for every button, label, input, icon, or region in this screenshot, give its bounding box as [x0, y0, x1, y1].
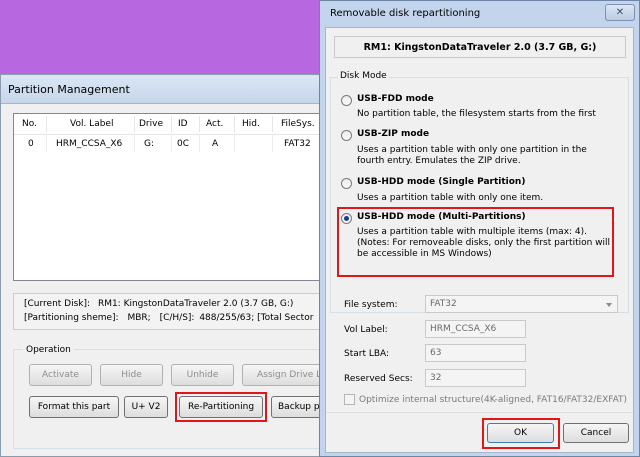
file-system-label: File system:	[344, 300, 398, 310]
hide-button[interactable]: Hide	[100, 364, 163, 386]
column-header-hid[interactable]: Hid.	[242, 119, 260, 129]
usb-hdd-single-desc: Uses a partition table with only one ite…	[357, 193, 544, 203]
partition-window-titlebar[interactable]: Partition Management	[1, 75, 329, 104]
disk-info-panel: [Current Disk]: RM1: KingstonDataTravele…	[13, 293, 331, 330]
column-header-no[interactable]: No.	[22, 119, 37, 129]
format-partition-button[interactable]: Format this part	[29, 396, 119, 418]
column-header-id[interactable]: ID	[178, 119, 188, 129]
usb-fdd-title[interactable]: USB-FDD mode	[357, 94, 434, 104]
reserved-secs-input[interactable]: 32	[425, 369, 526, 387]
column-header-act[interactable]: Act.	[206, 119, 223, 129]
column-header-drive[interactable]: Drive	[139, 119, 163, 129]
start-lba-label: Start LBA:	[344, 349, 390, 359]
ok-highlight	[482, 418, 560, 449]
assign-drive-letter-button[interactable]: Assign Drive Le	[242, 364, 331, 386]
vol-label-input[interactable]: HRM_CCSA_X6	[425, 320, 526, 338]
partition-management-window: Partition Management No. Vol. Label Driv…	[0, 74, 331, 457]
u-v2-button[interactable]: U+ V2	[124, 396, 168, 418]
cell-no: 0	[28, 139, 34, 149]
chevron-down-icon	[606, 303, 612, 307]
chs-value: 488/255/63; [Total Sector	[199, 313, 314, 323]
footer-divider	[326, 412, 633, 413]
column-header-label[interactable]: Vol. Label	[70, 119, 113, 129]
file-system-value: FAT32	[430, 299, 457, 309]
current-disk-label: [Current Disk]:	[24, 299, 91, 309]
partition-window-title: Partition Management	[8, 83, 130, 96]
dialog-body: RM1: KingstonDataTraveler 2.0 (3.7 GB, G…	[325, 27, 634, 453]
optimize-label: Optimize internal structure(4K-aligned, …	[359, 395, 628, 405]
cell-act: A	[212, 139, 219, 149]
multi-partition-highlight	[337, 207, 614, 277]
cancel-button[interactable]: Cancel	[563, 423, 629, 443]
cell-filesys: FAT32	[284, 139, 311, 149]
disk-name: RM1: KingstonDataTraveler 2.0 (3.7 GB, G…	[334, 36, 626, 58]
column-header-filesys[interactable]: FileSys.	[281, 119, 315, 129]
usb-zip-desc-2: fourth entry. Emulates the ZIP drive.	[357, 156, 521, 166]
dialog-title: Removable disk repartitioning	[330, 8, 481, 19]
optimize-checkbox[interactable]	[344, 394, 355, 405]
vol-label-label: Vol Label:	[344, 325, 388, 335]
usb-zip-radio[interactable]	[341, 130, 352, 141]
activate-button[interactable]: Activate	[29, 364, 92, 386]
usb-fdd-desc: No partition table, the filesystem start…	[357, 109, 596, 119]
reserved-secs-label: Reserved Secs:	[344, 374, 413, 384]
unhide-button[interactable]: Unhide	[171, 364, 234, 386]
repartition-dialog: Removable disk repartitioning ✕ RM1: Kin…	[319, 0, 640, 457]
scheme-label: [Partitioning sheme]:	[24, 313, 119, 323]
cell-label: HRM_CCSA_X6	[56, 139, 123, 149]
partition-list-header: No. Vol. Label Drive ID Act. Hid. FileSy…	[14, 114, 330, 135]
usb-hdd-single-title[interactable]: USB-HDD mode (Single Partition)	[357, 177, 525, 187]
close-icon[interactable]: ✕	[605, 4, 635, 21]
usb-zip-desc-1: Uses a partition table with only one par…	[357, 145, 587, 155]
operation-legend: Operation	[23, 345, 74, 355]
usb-hdd-single-radio[interactable]	[341, 178, 352, 189]
scheme-value: MBR;	[127, 313, 151, 323]
usb-zip-title[interactable]: USB-ZIP mode	[357, 129, 429, 139]
file-system-select[interactable]: FAT32	[425, 295, 618, 313]
table-row[interactable]: 0 HRM_CCSA_X6 G: 0C A FAT32	[14, 134, 330, 152]
disk-mode-legend: Disk Mode	[338, 71, 389, 81]
usb-fdd-radio[interactable]	[341, 95, 352, 106]
partition-list[interactable]: No. Vol. Label Drive ID Act. Hid. FileSy…	[13, 113, 331, 281]
cell-drive: G:	[144, 139, 155, 149]
cell-id: 0C	[177, 139, 190, 149]
chs-label: [C/H/S]:	[159, 313, 195, 323]
repartitioning-highlight	[175, 392, 267, 422]
current-disk-value: RM1: KingstonDataTraveler 2.0 (3.7 GB, G…	[97, 299, 294, 309]
start-lba-input[interactable]: 63	[425, 344, 526, 362]
